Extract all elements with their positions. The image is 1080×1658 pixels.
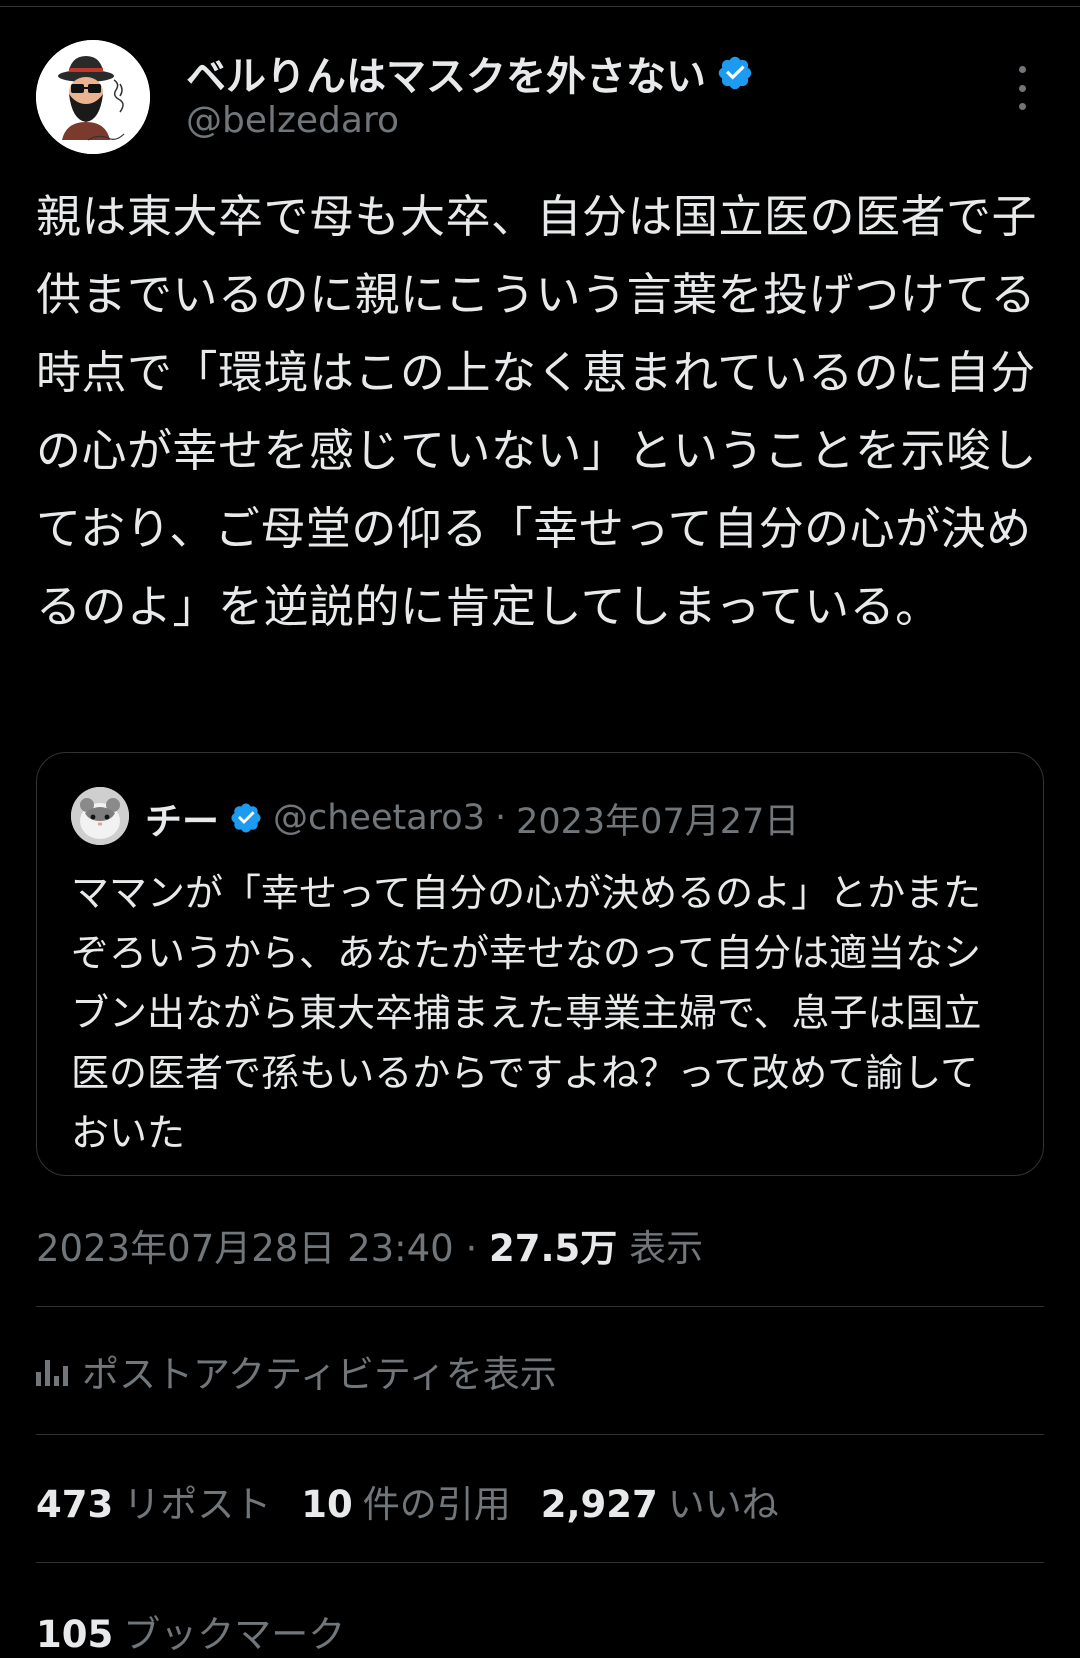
views-label: 表示	[629, 1227, 704, 1270]
views-count: 27.5万	[489, 1227, 618, 1270]
verified-badge-icon	[718, 56, 752, 90]
quoted-author-avatar[interactable]	[71, 787, 129, 845]
bookmarks-label: ブックマーク	[123, 1613, 346, 1656]
quoted-display-name[interactable]: チー	[145, 791, 219, 845]
likes-stat[interactable]: 2,927 いいね	[541, 1474, 779, 1528]
divider	[36, 1306, 1044, 1307]
reposts-stat[interactable]: 473 リポスト	[36, 1474, 271, 1528]
quoted-separator: ·	[494, 798, 507, 838]
quotes-stat[interactable]: 10 件の引用	[301, 1474, 511, 1528]
author-display-name[interactable]: ベルりんはマスクを外さない	[186, 44, 706, 102]
tweet-timestamp[interactable]: 2023年07月28日 23:40	[36, 1227, 454, 1270]
quotes-label: 件の引用	[362, 1483, 511, 1526]
quoted-verified-badge-icon	[231, 803, 261, 833]
bookmarks-stat[interactable]: 105 ブックマーク	[36, 1604, 345, 1658]
view-post-activity-link[interactable]: ポストアクティビティを表示	[36, 1344, 557, 1398]
author-avatar[interactable]	[36, 40, 150, 154]
hamster-avatar-icon	[71, 787, 129, 845]
tweet-text: 親は東大卒で母も大卒、自分は国立医の医者で子供までいるのに親にこういう言葉を投げ…	[36, 190, 1038, 633]
reposts-label: リポスト	[123, 1483, 272, 1526]
bookmarks-count: 105	[36, 1613, 114, 1656]
quoted-tweet-card[interactable]: チー @cheetaro3 · 2023年07月27日 ママンが「幸せって自分の…	[36, 752, 1044, 1176]
quoted-header: チー @cheetaro3 · 2023年07月27日	[145, 791, 799, 845]
top-divider	[0, 6, 1080, 7]
divider	[36, 1562, 1044, 1563]
likes-count: 2,927	[540, 1483, 658, 1526]
reposts-count: 473	[36, 1483, 114, 1526]
engagement-stats: 473 リポスト 10 件の引用 2,927 いいね	[36, 1474, 779, 1528]
tweet-meta: 2023年07月28日 23:40 · 27.5万 表示	[36, 1218, 703, 1272]
meta-separator: ·	[465, 1227, 478, 1270]
avatar-icon	[36, 40, 150, 154]
quoted-text: ママンが「幸せって自分の心が決めるのよ」とかまたぞろいうから、あなたが幸せなのっ…	[71, 871, 982, 1155]
quoted-handle[interactable]: @cheetaro3	[273, 798, 485, 838]
quotes-count: 10	[301, 1483, 353, 1526]
author-name-row[interactable]: ベルりんはマスクを外さない	[186, 44, 754, 102]
more-options-icon[interactable]	[1004, 66, 1040, 110]
author-handle[interactable]: @belzedaro	[186, 100, 399, 141]
divider	[36, 1434, 1044, 1435]
bar-chart-icon	[36, 1356, 68, 1386]
likes-label: いいね	[667, 1483, 779, 1526]
activity-label: ポストアクティビティを表示	[82, 1353, 557, 1396]
quoted-date[interactable]: 2023年07月27日	[516, 793, 799, 844]
